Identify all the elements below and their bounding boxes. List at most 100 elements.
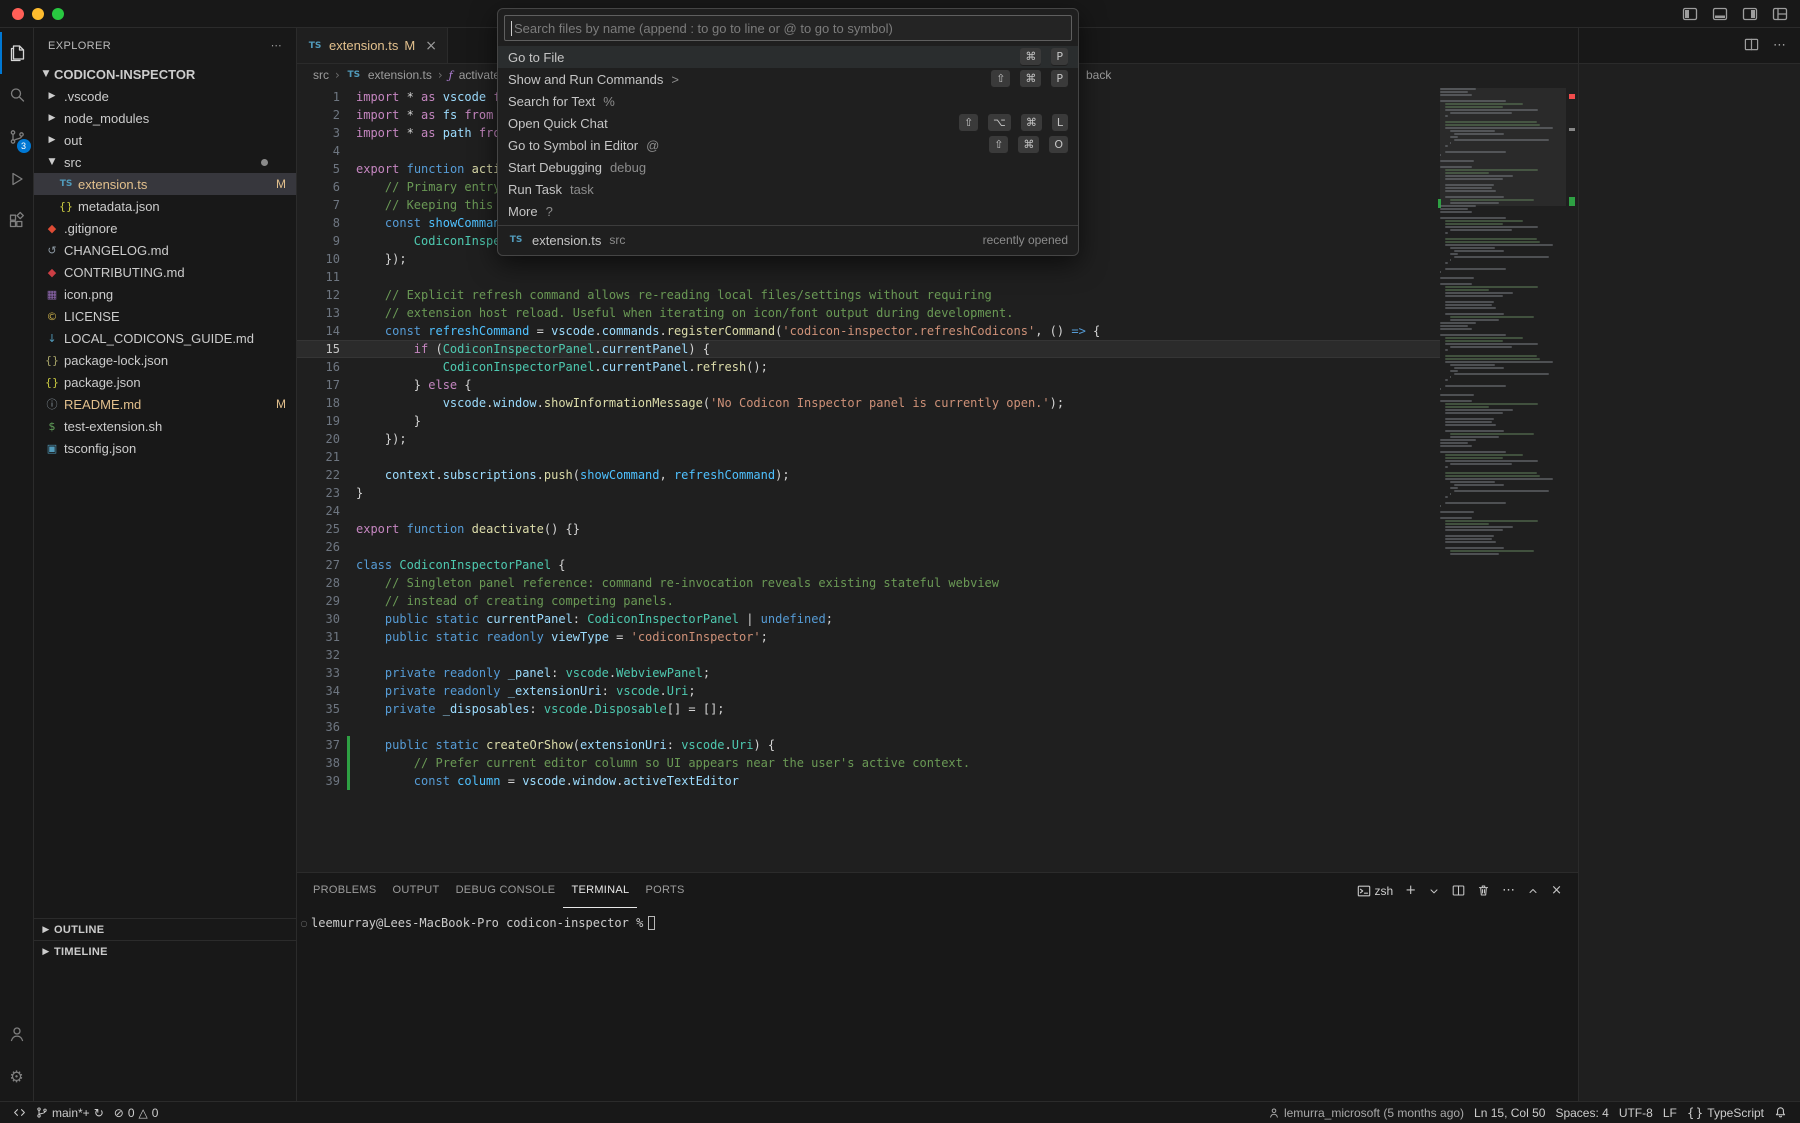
tree-item-package-lock-json[interactable]: {}package-lock.json <box>34 349 296 371</box>
breadcrumb-item-symbol[interactable]: activate <box>459 68 500 82</box>
code-line-23[interactable]: 23} <box>297 484 1440 502</box>
tree-item-contributing-md[interactable]: ◆CONTRIBUTING.md <box>34 261 296 283</box>
sync-icon[interactable]: ↻ <box>94 1106 104 1120</box>
code-line-34[interactable]: 34 private readonly _extensionUri: vscod… <box>297 682 1440 700</box>
tree-item-license[interactable]: ©LICENSE <box>34 305 296 327</box>
panel-tab-output[interactable]: OUTPUT <box>385 873 448 908</box>
panel-tab-debug-console[interactable]: DEBUG CONSOLE <box>448 873 564 908</box>
customize-layout-icon[interactable] <box>1772 6 1788 22</box>
explorer-more-actions-icon[interactable]: ⋯ <box>271 39 282 52</box>
code-line-14[interactable]: 14 const refreshCommand = vscode.command… <box>297 322 1440 340</box>
tree-item-changelog-md[interactable]: ↺CHANGELOG.md <box>34 239 296 261</box>
outline-section[interactable]: ▶ OUTLINE <box>34 918 296 940</box>
indentation-item[interactable]: Spaces: 4 <box>1550 1102 1613 1123</box>
command-decoration-icon[interactable]: ○ <box>297 919 311 928</box>
breadcrumb-item-src[interactable]: src <box>313 68 329 82</box>
tree-item-gitignore[interactable]: ◆.gitignore <box>34 217 296 239</box>
code-line-19[interactable]: 19 } <box>297 412 1440 430</box>
breadcrumb-item-file[interactable]: extension.ts <box>368 68 432 82</box>
tree-item-extension-ts[interactable]: TSextension.tsM <box>34 173 296 195</box>
code-line-39[interactable]: 39 const column = vscode.window.activeTe… <box>297 772 1440 790</box>
maximize-panel-chevron-icon[interactable] <box>1527 885 1539 897</box>
cursor-position-item[interactable]: Ln 15, Col 50 <box>1469 1102 1550 1123</box>
tree-item-icon-png[interactable]: ▦icon.png <box>34 283 296 305</box>
zoom-window-button[interactable] <box>52 8 64 20</box>
close-window-button[interactable] <box>12 8 24 20</box>
code-line-18[interactable]: 18 vscode.window.showInformationMessage(… <box>297 394 1440 412</box>
code-line-38[interactable]: 38 // Prefer current editor column so UI… <box>297 754 1440 772</box>
quick-open-item-start-debugging[interactable]: Start Debuggingdebug <box>498 156 1078 178</box>
close-panel-icon[interactable]: × <box>1551 883 1562 898</box>
code-line-26[interactable]: 26 <box>297 538 1440 556</box>
tab-close-icon[interactable]: × <box>425 38 437 54</box>
kill-terminal-icon[interactable] <box>1477 884 1490 897</box>
code-line-33[interactable]: 33 private readonly _panel: vscode.Webvi… <box>297 664 1440 682</box>
tree-item-metadata-json[interactable]: {}metadata.json <box>34 195 296 217</box>
code-line-31[interactable]: 31 public static readonly viewType = 'co… <box>297 628 1440 646</box>
quick-open-item-show-and-run-commands[interactable]: Show and Run Commands>⇧⌘P <box>498 68 1078 90</box>
toggle-panel-icon[interactable] <box>1712 6 1728 22</box>
code-line-27[interactable]: 27class CodiconInspectorPanel { <box>297 556 1440 574</box>
code-line-17[interactable]: 17 } else { <box>297 376 1440 394</box>
code-line-30[interactable]: 30 public static currentPanel: CodiconIn… <box>297 610 1440 628</box>
code-line-28[interactable]: 28 // Singleton panel reference: command… <box>297 574 1440 592</box>
code-line-37[interactable]: 37 public static createOrShow(extensionU… <box>297 736 1440 754</box>
toggle-secondary-sidebar-icon[interactable] <box>1742 6 1758 22</box>
quick-open-input[interactable] <box>514 21 1065 36</box>
search-icon[interactable] <box>0 74 34 116</box>
code-line-24[interactable]: 24 <box>297 502 1440 520</box>
extensions-icon[interactable] <box>0 200 34 242</box>
toggle-primary-sidebar-icon[interactable] <box>1682 6 1698 22</box>
tree-item-tsconfig-json[interactable]: ▣tsconfig.json <box>34 437 296 459</box>
code-line-13[interactable]: 13 // extension host reload. Useful when… <box>297 304 1440 322</box>
code-line-29[interactable]: 29 // instead of creating competing pane… <box>297 592 1440 610</box>
quick-open-item-extension-ts[interactable]: TSextension.tssrcrecently opened <box>498 229 1078 251</box>
panel-tab-problems[interactable]: PROBLEMS <box>305 873 385 908</box>
eol-item[interactable]: LF <box>1658 1102 1682 1123</box>
remote-indicator[interactable] <box>8 1102 31 1123</box>
editor-more-actions-icon[interactable]: ⋯ <box>1773 38 1786 53</box>
split-editor-icon[interactable] <box>1744 37 1759 55</box>
notifications-bell-icon[interactable] <box>1769 1102 1792 1123</box>
quick-open-item-search-for-text[interactable]: Search for Text% <box>498 90 1078 112</box>
tab-extension-ts[interactable]: TS extension.ts M × <box>297 28 448 63</box>
code-line-35[interactable]: 35 private _disposables: vscode.Disposab… <box>297 700 1440 718</box>
quick-open-item-go-to-file[interactable]: Go to File⌘P <box>498 46 1078 68</box>
code-line-11[interactable]: 11 <box>297 268 1440 286</box>
run-debug-icon[interactable] <box>0 158 34 200</box>
code-line-36[interactable]: 36 <box>297 718 1440 736</box>
split-terminal-icon[interactable] <box>1452 884 1465 897</box>
code-line-16[interactable]: 16 CodiconInspectorPanel.currentPanel.re… <box>297 358 1440 376</box>
tree-item-readme-md[interactable]: ⓘREADME.mdM <box>34 393 296 415</box>
tree-item-local-codicons-guide-md[interactable]: ↓LOCAL_CODICONS_GUIDE.md <box>34 327 296 349</box>
git-blame-item[interactable]: lemurra_microsoft (5 months ago) <box>1263 1102 1469 1123</box>
terminal-shell-selector[interactable]: zsh <box>1357 884 1394 898</box>
code-line-21[interactable]: 21 <box>297 448 1440 466</box>
panel-more-actions-icon[interactable]: ⋯ <box>1502 883 1515 898</box>
panel-tab-ports[interactable]: PORTS <box>637 873 692 908</box>
quick-open-item-go-to-symbol-in-editor[interactable]: Go to Symbol in Editor@⇧⌘O <box>498 134 1078 156</box>
encoding-item[interactable]: UTF-8 <box>1614 1102 1658 1123</box>
tree-item-test-extension-sh[interactable]: $test-extension.sh <box>34 415 296 437</box>
code-line-15[interactable]: 15 if (CodiconInspectorPanel.currentPane… <box>297 340 1440 358</box>
terminal-view[interactable]: ○ leemurray@Lees-MacBook-Pro codicon-ins… <box>297 908 1578 932</box>
tree-item-vscode[interactable]: ▶.vscode <box>34 85 296 107</box>
minimize-window-button[interactable] <box>32 8 44 20</box>
account-icon[interactable] <box>0 1013 34 1055</box>
git-branch-item[interactable]: main*+ ↻ <box>31 1102 109 1123</box>
tree-item-out[interactable]: ▶out <box>34 129 296 151</box>
workspace-root-row[interactable]: ▼ CODICON-INSPECTOR <box>34 63 296 85</box>
code-line-32[interactable]: 32 <box>297 646 1440 664</box>
tree-item-src[interactable]: ▼src <box>34 151 296 173</box>
quick-open-item-run-task[interactable]: Run Tasktask <box>498 178 1078 200</box>
breadcrumb-tail[interactable]: back <box>1086 64 1111 86</box>
overview-ruler[interactable] <box>1566 86 1578 872</box>
problems-item[interactable]: ⊘ 0 △ 0 <box>109 1102 164 1123</box>
source-control-icon[interactable]: 3 <box>0 116 34 158</box>
tree-item-node-modules[interactable]: ▶node_modules <box>34 107 296 129</box>
timeline-section[interactable]: ▶ TIMELINE <box>34 940 296 962</box>
code-line-25[interactable]: 25export function deactivate() {} <box>297 520 1440 538</box>
quick-open-item-open-quick-chat[interactable]: Open Quick Chat⇧⌥⌘L <box>498 112 1078 134</box>
tree-item-package-json[interactable]: {}package.json <box>34 371 296 393</box>
explorer-icon[interactable] <box>0 32 34 74</box>
